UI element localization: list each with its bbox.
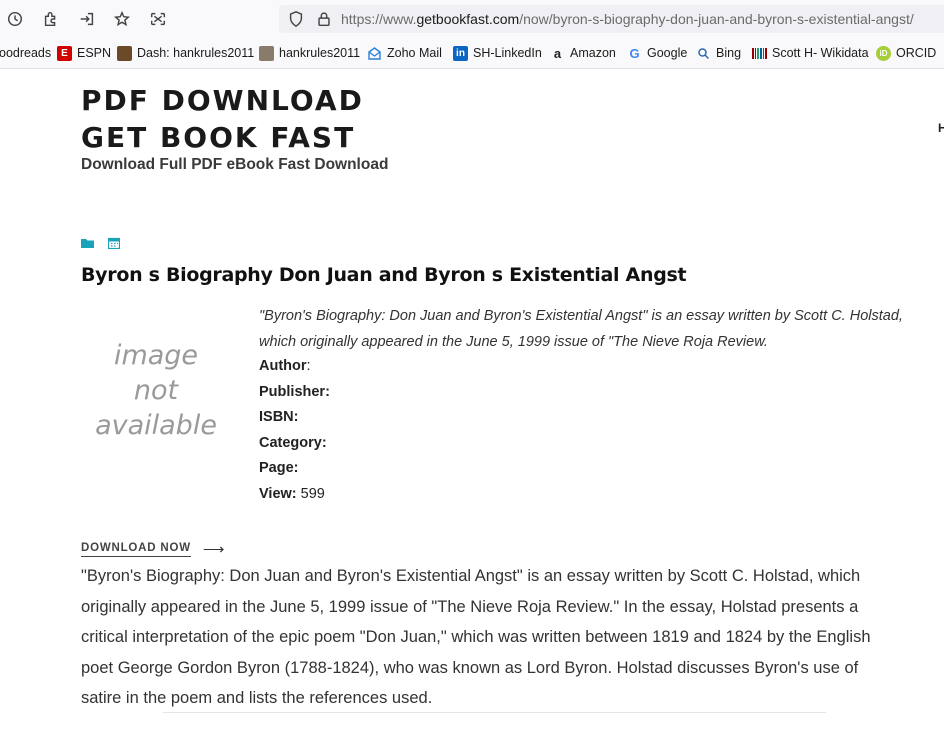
bookmark-zoho-mail[interactable]: Zoho Mail	[367, 45, 442, 61]
profile-avatar-icon	[259, 45, 274, 61]
bookmark-espn[interactable]: E ESPN	[57, 45, 111, 61]
field-author: Author:	[259, 354, 330, 380]
bookmark-label: Amazon	[570, 46, 616, 60]
espn-icon: E	[57, 45, 72, 61]
browser-toolbar: https://www.getbookfast.com/now/byron-s-…	[0, 0, 944, 38]
field-publisher: Publisher:	[259, 380, 330, 406]
url-path: /now/byron-s-biography-don-juan-and-byro…	[519, 11, 914, 27]
cover-text-line: available	[95, 410, 217, 441]
site-title[interactable]: PDF DOWNLOAD GET BOOK FAST	[81, 82, 441, 156]
bookmark-label: Scott H- Wikidata	[772, 46, 869, 60]
field-isbn: ISBN:	[259, 405, 330, 431]
google-icon: G	[629, 45, 640, 61]
screenshot-icon[interactable]	[148, 9, 168, 29]
bookmarks-bar: oodreads E ESPN Dash: hankrules2011 hank…	[0, 38, 944, 69]
field-key: ISBN:	[259, 409, 299, 426]
bookmark-wikidata[interactable]: Scott H- Wikidata	[752, 45, 869, 61]
dash-avatar-icon	[117, 45, 132, 61]
sign-in-icon[interactable]	[77, 9, 97, 29]
book-cover-placeholder: image not available	[86, 338, 226, 448]
post-title: Byron s Biography Don Juan and Byron s E…	[81, 264, 687, 286]
bookmark-label: Google	[647, 46, 688, 60]
bookmark-label: Dash: hankrules2011	[137, 46, 255, 60]
linkedin-icon: in	[453, 45, 468, 61]
bookmark-label: SH-LinkedIn	[473, 46, 542, 60]
bookmark-dash[interactable]: Dash: hankrules2011	[117, 45, 254, 61]
amazon-icon: a	[553, 45, 562, 61]
field-page: Page:	[259, 456, 330, 482]
url-text[interactable]: https://www.getbookfast.com/now/byron-s-…	[341, 11, 914, 27]
field-key: Page:	[259, 460, 299, 477]
history-icon[interactable]	[5, 9, 25, 29]
field-value: 599	[296, 485, 325, 502]
url-prefix: https://www.	[341, 11, 417, 27]
field-sep: :	[306, 358, 311, 374]
zoho-mail-icon	[367, 46, 382, 61]
download-now-link[interactable]: DOWNLOAD NOW ⟶	[81, 540, 224, 558]
cover-text-line: not	[133, 375, 179, 406]
bookmark-orcid[interactable]: iD ORCID	[876, 45, 936, 61]
cover-text-line: image	[113, 340, 199, 371]
site-description: Download Full PDF eBook Fast Download	[81, 156, 389, 173]
bookmark-star-icon[interactable]	[112, 9, 132, 29]
folder-icon[interactable]	[81, 236, 94, 248]
field-key: Author	[259, 358, 307, 374]
calendar-icon[interactable]	[107, 236, 121, 250]
field-view: View: 599	[259, 482, 330, 508]
field-key: Publisher:	[259, 383, 330, 400]
bookmark-hankrules[interactable]: hankrules2011	[259, 45, 360, 61]
divider	[163, 712, 826, 713]
bookmark-label: oodreads	[0, 46, 52, 60]
bookmark-label: ORCID	[896, 46, 937, 60]
orcid-icon: iD	[876, 45, 891, 61]
bookmark-label: Bing	[716, 46, 742, 60]
nav-item-truncated[interactable]: H	[938, 121, 944, 135]
download-now-button[interactable]: DOWNLOAD NOW	[81, 542, 191, 557]
bookmark-goodreads[interactable]: oodreads	[0, 45, 51, 61]
address-bar[interactable]: https://www.getbookfast.com/now/byron-s-…	[279, 5, 944, 33]
wikidata-icon	[752, 46, 767, 61]
post-meta	[81, 236, 121, 250]
field-category: Category:	[259, 431, 330, 457]
bookmark-label: ESPN	[77, 46, 112, 60]
bing-search-icon	[696, 46, 711, 61]
bookmark-google[interactable]: G Google	[627, 45, 687, 61]
lock-icon[interactable]	[315, 10, 333, 28]
bookmark-label: hankrules2011	[279, 46, 361, 60]
book-excerpt: "Byron's Biography: Don Juan and Byron's…	[259, 308, 903, 350]
bookmark-label: Zoho Mail	[387, 46, 442, 60]
book-details: Author: Publisher: ISBN: Category: Page:…	[259, 354, 330, 508]
shield-icon[interactable]	[287, 10, 305, 28]
field-key: Category:	[259, 434, 327, 451]
arrow-right-icon: ⟶	[202, 541, 225, 558]
url-host: getbookfast.com	[416, 11, 520, 27]
bookmark-amazon[interactable]: a Amazon	[550, 45, 616, 61]
bookmark-linkedin[interactable]: in SH-LinkedIn	[453, 45, 542, 61]
field-key: View:	[259, 485, 297, 502]
book-description: "Byron's Biography: Don Juan and Byron's…	[81, 567, 871, 708]
extensions-icon[interactable]	[41, 9, 61, 29]
bookmark-bing[interactable]: Bing	[696, 45, 741, 61]
